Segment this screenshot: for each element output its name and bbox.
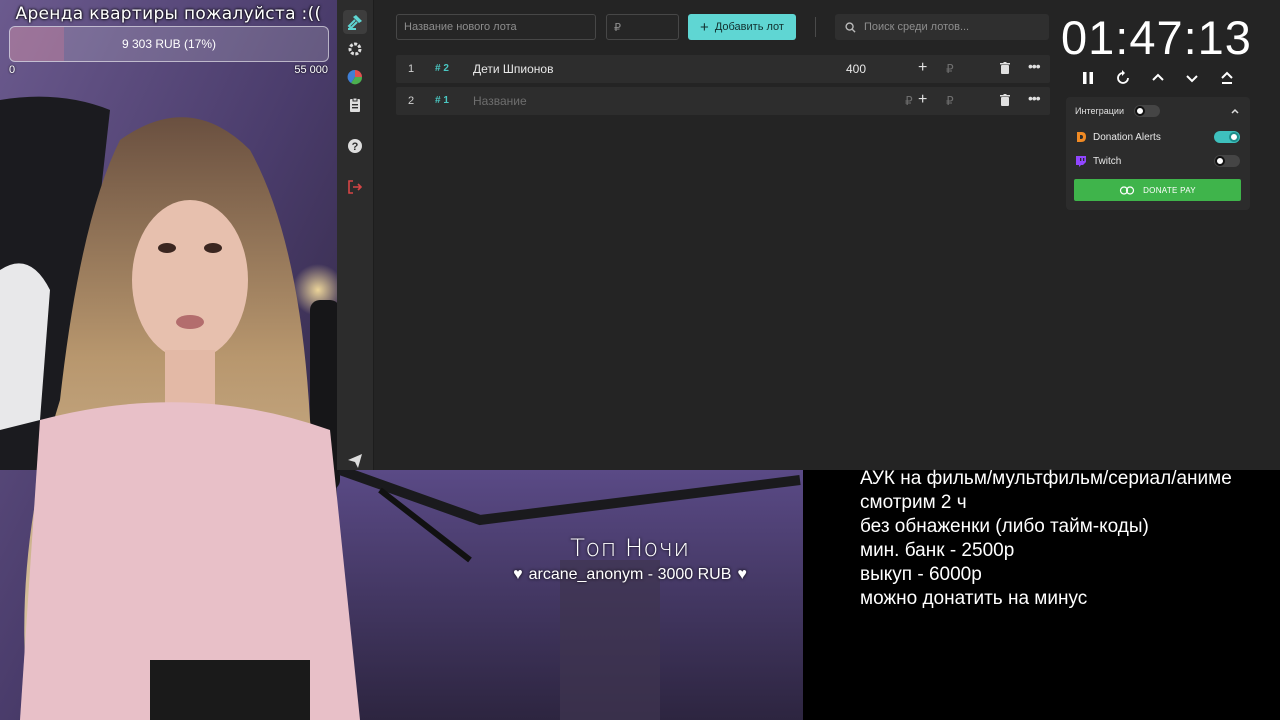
search-icon (845, 21, 856, 33)
more-options-icon[interactable]: ••• (1028, 58, 1041, 74)
twitch-integration: Twitch (1075, 153, 1121, 169)
lot-name[interactable]: Дети Шпионов (473, 62, 553, 76)
search-placeholder: Поиск среди лотов... (864, 21, 970, 33)
add-amount-button[interactable]: + (918, 91, 927, 109)
new-lot-name-input[interactable]: Название нового лота (396, 14, 596, 40)
integrations-label: Интеграции (1075, 106, 1124, 116)
lot-id: # 1 (435, 95, 449, 106)
goal-progress-text: 9 303 RUB (17%) (121, 37, 217, 51)
help-nav-button[interactable]: ? (343, 134, 367, 158)
history-nav-button[interactable] (343, 93, 367, 117)
rules-line: без обнаженки (либо тайм-коды) (860, 516, 1149, 537)
clipboard-icon (350, 97, 360, 112)
goal-min-label: 0 (9, 64, 16, 76)
rules-line: мин. банк - 2500р (860, 540, 1015, 561)
lot-index: 2 (408, 95, 415, 107)
add-lot-button[interactable]: + Добавить лот (688, 14, 796, 40)
send-icon (348, 454, 362, 468)
rules-line: можно донатить на минус (860, 588, 1088, 609)
integrations-panel: Интеграции Donation Alerts Twitch DONATE… (1066, 97, 1250, 210)
donation-alerts-label: Donation Alerts (1093, 131, 1161, 143)
top-night-entry-text: arcane_anonym - 3000 RUB (528, 566, 732, 583)
telegram-link-button[interactable] (343, 449, 367, 473)
reset-timer-button[interactable] (1113, 68, 1133, 88)
stats-nav-button[interactable] (343, 65, 367, 89)
pause-icon (1083, 72, 1093, 84)
auction-timer: 01:47:13 (1061, 11, 1252, 64)
lot-name-input[interactable]: Название (473, 94, 527, 108)
twitch-icon (1076, 156, 1086, 167)
gavel-icon (347, 15, 362, 30)
pause-button[interactable] (1078, 68, 1098, 88)
delete-lot-button[interactable] (1000, 94, 1010, 109)
donate-pay-icon (1119, 185, 1135, 195)
sidebar: ? (337, 0, 374, 470)
lot-add-amount-input[interactable]: ₽ (946, 94, 954, 108)
double-add-time-button[interactable] (1217, 68, 1237, 88)
chevron-down-icon (1186, 75, 1198, 83)
rules-line: смотрим 2 ч (860, 492, 967, 513)
auction-app: ? Название нового лота ₽ + Добавить лот … (337, 0, 1280, 470)
top-donator-overlay: Топ Ночи ♥ arcane_anonym - 3000 RUB ♥ (480, 534, 780, 584)
heart-icon: ♥ (737, 566, 747, 583)
add-lot-label: Добавить лот (714, 21, 784, 33)
goal-title: Аренда квартиры пожалуйста :(( (15, 4, 322, 24)
goal-progress-bar: 9 303 RUB (17%) (9, 26, 329, 62)
more-options-icon[interactable]: ••• (1028, 90, 1041, 106)
donation-alerts-integration: Donation Alerts (1075, 129, 1161, 145)
donation-alerts-toggle[interactable] (1214, 131, 1240, 143)
logout-nav-button[interactable] (343, 175, 367, 199)
heart-icon: ♥ (513, 566, 523, 583)
delete-lot-button[interactable] (1000, 62, 1010, 77)
lot-amount[interactable]: 400 (846, 62, 866, 76)
donation-goal-widget: Аренда квартиры пожалуйста :(( 9 303 RUB… (0, 0, 337, 80)
chevron-up-icon (1152, 73, 1164, 81)
rules-line: АУК на фильм/мультфильм/сериал/аниме (860, 468, 1232, 489)
donate-pay-label: DONATE PAY (1143, 185, 1196, 195)
twitch-toggle[interactable] (1214, 155, 1240, 167)
chevron-up-icon[interactable] (1230, 106, 1240, 116)
help-icon: ? (348, 139, 362, 153)
new-lot-amount-input[interactable]: ₽ (606, 14, 679, 40)
add-time-button[interactable] (1148, 68, 1168, 88)
reset-icon (1117, 70, 1129, 84)
trash-icon (1000, 94, 1010, 106)
logout-icon (348, 180, 363, 194)
chevron-double-up-icon (1221, 71, 1233, 84)
toolbar-divider (815, 17, 816, 37)
auction-nav-button[interactable] (343, 10, 367, 34)
donate-pay-button[interactable]: DONATE PAY (1074, 179, 1241, 201)
top-night-title: Топ Ночи (570, 534, 690, 562)
lot-id: # 2 (435, 63, 449, 74)
lot-index: 1 (408, 63, 415, 75)
svg-text:?: ? (352, 141, 359, 153)
lot-search-input[interactable]: Поиск среди лотов... (835, 14, 1049, 40)
add-amount-button[interactable]: + (918, 59, 927, 77)
trash-icon (1000, 62, 1010, 74)
donation-alerts-icon (1077, 132, 1086, 142)
stream-rules-text: АУК на фильм/мультфильм/сериал/аниме смо… (860, 467, 1280, 611)
gear-icon (348, 42, 362, 56)
goal-max-label: 55 000 (294, 64, 328, 76)
lot-row[interactable]: 1 # 2 Дети Шпионов 400 + ₽ ••• (396, 55, 1050, 83)
settings-nav-button[interactable] (343, 37, 367, 61)
lot-add-amount-input[interactable]: ₽ (946, 62, 954, 76)
twitch-label: Twitch (1093, 155, 1122, 167)
lot-amount-input[interactable]: ₽ (905, 94, 913, 108)
subtract-time-button[interactable] (1182, 68, 1202, 88)
top-night-entry: ♥ arcane_anonym - 3000 RUB ♥ (480, 566, 780, 584)
plus-icon: + (700, 18, 709, 36)
rules-line: выкуп - 6000р (860, 564, 982, 585)
integrations-master-toggle[interactable] (1134, 105, 1160, 117)
lot-row[interactable]: 2 # 1 Название ₽ + ₽ ••• (396, 87, 1050, 115)
pie-chart-icon (347, 69, 363, 85)
